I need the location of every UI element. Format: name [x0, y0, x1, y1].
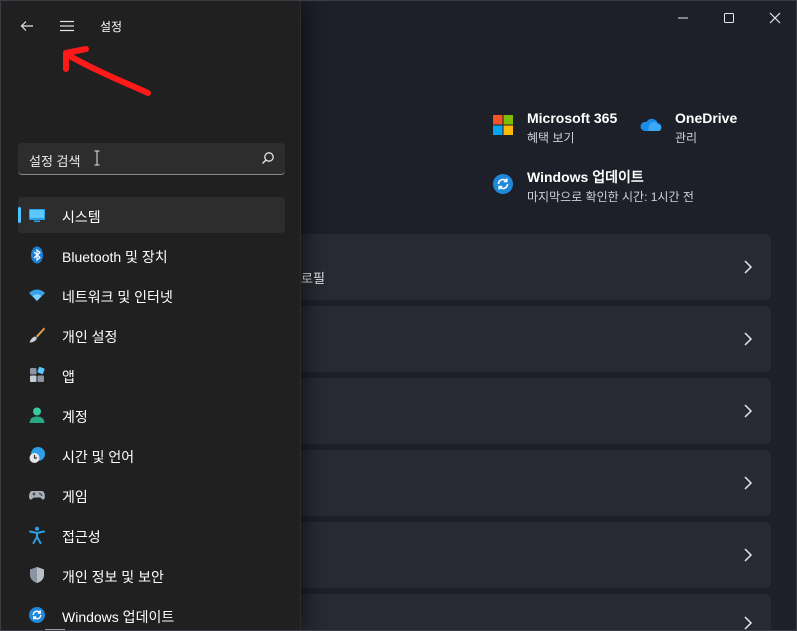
microsoft-365-link[interactable]: Microsoft 365 혜택 보기 [491, 109, 617, 147]
active-indicator [18, 207, 21, 223]
nav-item-label: 시스템 [62, 209, 101, 225]
chevron-right-icon [744, 616, 753, 630]
maximize-button[interactable] [706, 1, 752, 35]
settings-card[interactable] [261, 306, 771, 372]
nav-item-label: 개인 설정 [62, 329, 118, 345]
chevron-right-icon [744, 332, 753, 346]
close-icon [769, 12, 781, 24]
maximize-icon [724, 13, 734, 23]
nav-item-windows-update[interactable]: Windows 업데이트 [18, 597, 285, 630]
nav-item-label: 개인 정보 및 보안 [62, 569, 164, 585]
hamburger-menu-icon [60, 20, 74, 32]
app-title: 설정 [100, 20, 123, 34]
search-input-text: 설정 검색 [29, 154, 81, 169]
nav-item-label: Windows 업데이트 [62, 609, 175, 625]
nav-item-label: 시간 및 언어 [62, 449, 135, 465]
nav-item-label: 접근성 [62, 529, 101, 545]
nav-item-network[interactable]: 네트워크 및 인터넷 [18, 277, 285, 313]
search-icon [262, 152, 274, 164]
settings-window: Microsoft 365 혜택 보기 OneDrive 관리 Windows … [0, 0, 797, 631]
shield-icon [30, 567, 44, 583]
card-label-fragment: 로필 [301, 271, 325, 286]
back-arrow-icon [20, 21, 33, 31]
onedrive-cloud-icon [640, 118, 662, 132]
monitor-icon [29, 209, 45, 222]
gamepad-icon [29, 491, 45, 500]
clock-globe-icon [29, 447, 45, 463]
m365-subtitle: 혜택 보기 [527, 131, 575, 145]
microsoft-logo-icon [493, 115, 513, 135]
account-icon [29, 407, 45, 423]
nav-item-accessibility[interactable]: 접근성 [18, 517, 285, 553]
chevron-right-icon [744, 476, 753, 490]
settings-card[interactable] [261, 594, 771, 630]
nav-item-label: 네트워크 및 인터넷 [62, 289, 173, 305]
annotation-arrow-icon [63, 46, 151, 96]
update-subtitle: 마지막으로 확인한 시간: 1시간 전 [527, 190, 694, 204]
back-button[interactable] [13, 13, 41, 39]
settings-card[interactable]: 로필 [261, 234, 771, 300]
close-button[interactable] [752, 1, 796, 35]
accessibility-icon [29, 526, 45, 544]
nav-item-privacy-security[interactable]: 개인 정보 및 보안 [18, 557, 285, 593]
nav-item-system[interactable]: 시스템 [18, 197, 285, 233]
nav-item-gaming[interactable]: 게임 [18, 477, 285, 513]
settings-card[interactable] [261, 522, 771, 588]
nav-item-label: Bluetooth 및 장치 [62, 249, 168, 265]
chevron-right-icon [744, 260, 753, 274]
update-title: Windows 업데이트 [527, 169, 644, 185]
sync-icon [29, 607, 45, 623]
minimize-button[interactable] [660, 1, 706, 35]
settings-card[interactable] [261, 378, 771, 444]
m365-title: Microsoft 365 [527, 110, 618, 126]
nav-item-bluetooth[interactable]: Bluetooth 및 장치 [18, 237, 285, 273]
text-cursor-icon [94, 150, 100, 166]
settings-card[interactable] [261, 450, 771, 516]
search-input[interactable]: 설정 검색 [18, 143, 285, 175]
nav-item-accounts[interactable]: 계정 [18, 397, 285, 433]
bluetooth-icon [31, 246, 43, 264]
nav-item-label: 게임 [62, 489, 88, 505]
chevron-right-icon [744, 548, 753, 562]
nav-item-label: 계정 [62, 409, 88, 425]
navigation-pane: 설정 설정 검색 시스템 Bluetooth 및 장치 네트워크 및 인터넷 개… [1, 1, 301, 630]
windows-update-link[interactable]: Windows 업데이트 마지막으로 확인한 시간: 1시간 전 [491, 168, 694, 206]
wifi-icon [29, 289, 45, 301]
chevron-right-icon [744, 404, 753, 418]
nav-item-time-language[interactable]: 시간 및 언어 [18, 437, 285, 473]
nav-item-personalization[interactable]: 개인 설정 [18, 317, 285, 353]
menu-button[interactable] [53, 13, 81, 39]
onedrive-subtitle: 관리 [675, 131, 698, 145]
onedrive-link[interactable]: OneDrive 관리 [639, 109, 737, 147]
nav-item-apps[interactable]: 앱 [18, 357, 285, 393]
sync-icon [493, 174, 513, 194]
minimize-icon [678, 17, 688, 19]
nav-item-label: 앱 [62, 369, 75, 385]
apps-icon [30, 366, 45, 382]
onedrive-title: OneDrive [675, 110, 738, 126]
paintbrush-icon [29, 327, 45, 343]
